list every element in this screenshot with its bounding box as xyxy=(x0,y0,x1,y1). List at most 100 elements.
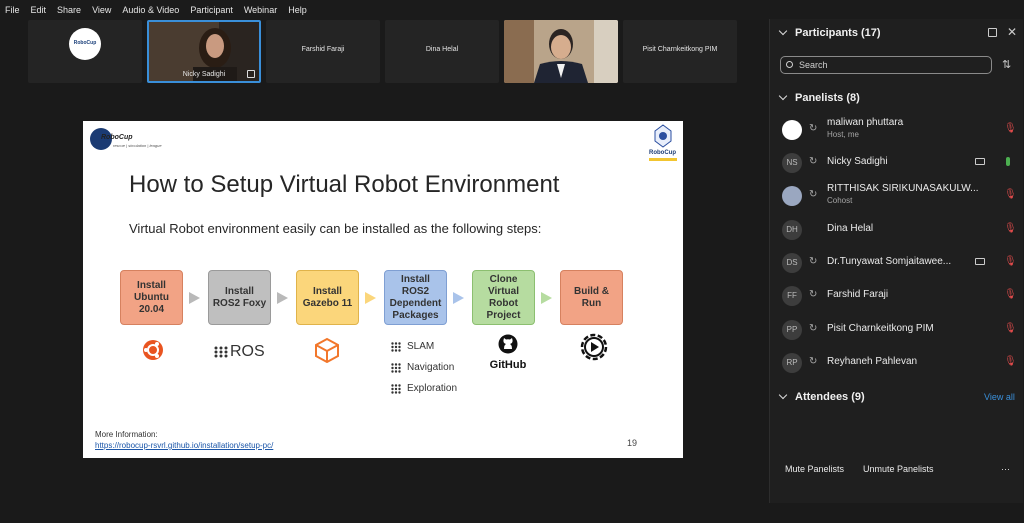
github-logo-text: GitHub xyxy=(489,359,527,371)
avatar xyxy=(782,120,802,140)
avatar: NS xyxy=(782,153,802,173)
more-info-label: More Information: xyxy=(95,430,158,439)
participant-name: Farshid Faraji xyxy=(827,289,889,300)
menu-share[interactable]: Share xyxy=(57,5,81,15)
avatar xyxy=(782,186,802,206)
unmute-panelists-button[interactable]: Unmute Panelists xyxy=(863,464,934,474)
menu-view[interactable]: View xyxy=(92,5,111,15)
more-info-link[interactable]: https://robocup-rsvrl.github.io/installa… xyxy=(95,441,273,450)
ros-logo-text: ROS xyxy=(230,343,265,360)
gear-play-icon xyxy=(580,333,608,361)
thumbnail-robocup[interactable]: RoboCup xyxy=(28,20,142,83)
package-list: SLAM Navigation Exploration xyxy=(391,336,457,399)
thumbnail-pisit[interactable]: Pisit Charnkeitkong PIM xyxy=(623,20,737,83)
share-icon[interactable] xyxy=(247,70,255,78)
ros-dots-icon xyxy=(391,383,401,394)
avatar: DH xyxy=(782,220,802,240)
ros-logo: ROS xyxy=(214,343,265,361)
thumbnail-dina[interactable]: Dina Helal xyxy=(385,20,499,83)
step-text: Gazebo 11 xyxy=(302,297,353,309)
panelists-header[interactable]: Panelists (8) xyxy=(778,91,860,104)
video-icon[interactable] xyxy=(975,258,985,265)
package-name: SLAM xyxy=(407,341,435,352)
arrow-icon xyxy=(277,292,288,304)
participant-row[interactable]: ↻ RITTHISAK SIRIKUNASAKULW... Cohost 🎙 xyxy=(782,181,1022,211)
ros-dots-icon xyxy=(391,341,401,352)
slide-right-logo-text: RoboCup xyxy=(649,150,676,156)
step-text: Clone xyxy=(489,273,518,285)
step-text: Virtual xyxy=(488,285,519,297)
slide-page-number: 19 xyxy=(627,438,638,448)
menu-help[interactable]: Help xyxy=(288,5,307,15)
participants-header[interactable]: Participants (17) xyxy=(778,26,881,39)
arrow-icon xyxy=(541,292,552,304)
sort-icon[interactable]: ⇅ xyxy=(1002,58,1011,71)
robocup-logo-text: RoboCup xyxy=(73,40,97,46)
video-stage: RoboCup Nicky Sadighi Farshid Faraji Din… xyxy=(0,20,767,523)
menu-webinar[interactable]: Webinar xyxy=(244,5,277,15)
step-text: Dependent xyxy=(389,297,442,309)
participant-row[interactable]: PP ↻ Pisit Charnkeitkong PIM 🎙 xyxy=(782,315,1022,345)
more-options-button[interactable]: ··· xyxy=(1001,464,1010,474)
chevron-down-icon xyxy=(778,26,788,36)
avatar: DS xyxy=(782,253,802,273)
step-box-ubuntu: Install Ubuntu 20.04 xyxy=(120,270,183,325)
slide-right-logo-bar xyxy=(649,158,677,161)
attendees-header[interactable]: Attendees (9) xyxy=(778,390,865,403)
participant-row[interactable]: RP ↻ Reyhaneh Pahlevan 🎙 xyxy=(782,348,1022,378)
panelists-header-label: Panelists (8) xyxy=(795,92,860,104)
mic-muted-icon[interactable]: 🎙 xyxy=(1004,223,1017,234)
thumbnail-ritthisak[interactable] xyxy=(504,20,618,83)
participant-row[interactable]: DH Dina Helal 🎙 xyxy=(782,215,1022,245)
step-box-ros2: Install ROS2 Foxy xyxy=(208,270,271,325)
search-icon xyxy=(786,61,793,68)
mic-muted-icon[interactable]: 🎙 xyxy=(1004,323,1017,334)
thumbnail-farshid[interactable]: Farshid Faraji xyxy=(266,20,380,83)
view-all-link[interactable]: View all xyxy=(984,392,1015,402)
refresh-icon: ↻ xyxy=(809,323,818,334)
ubuntu-icon xyxy=(143,340,163,360)
search-input[interactable]: Search xyxy=(780,56,992,74)
participant-role: Host, me xyxy=(827,130,860,139)
slide-title: How to Setup Virtual Robot Environment xyxy=(129,171,560,198)
mic-active-icon[interactable] xyxy=(1006,157,1010,166)
slide-logo-subtext: rescue | simulation | league xyxy=(113,143,162,148)
participant-row[interactable]: DS ↻ Dr.Tunyawat Somjaitawee... 🎙 xyxy=(782,248,1022,278)
menu-participant[interactable]: Participant xyxy=(190,5,233,15)
refresh-icon: ↻ xyxy=(809,256,818,267)
package-item: Exploration xyxy=(391,378,457,399)
participant-name: Pisit Charnkeitkong PIM xyxy=(827,323,934,334)
menu-edit[interactable]: Edit xyxy=(31,5,47,15)
package-name: Navigation xyxy=(407,362,455,373)
participant-name: Dina Helal xyxy=(827,223,874,234)
participants-panel: Participants (17) ✕ Search ⇅ Panelists (… xyxy=(769,19,1023,503)
menu-file[interactable]: File xyxy=(5,5,20,15)
close-icon[interactable]: ✕ xyxy=(1007,25,1017,39)
participant-row[interactable]: FF ↻ Farshid Faraji 🎙 xyxy=(782,281,1022,311)
meeting-toolbar xyxy=(0,515,767,523)
mic-muted-icon[interactable]: 🎙 xyxy=(1004,256,1017,267)
mic-muted-icon[interactable]: 🎙 xyxy=(1004,189,1017,200)
thumbnail-nicky[interactable]: Nicky Sadighi xyxy=(147,20,261,83)
menu-audio-video[interactable]: Audio & Video xyxy=(122,5,179,15)
menu-bar: File Edit Share View Audio & Video Parti… xyxy=(0,0,1024,20)
participant-name: Dr.Tunyawat Somjaitawee... xyxy=(827,256,952,267)
thumbnail-name-farshid: Farshid Faraji xyxy=(301,46,345,53)
participant-row[interactable]: ↻ maliwan phuttara Host, me 🎙 xyxy=(782,115,1022,145)
video-icon[interactable] xyxy=(975,158,985,165)
step-text: Project xyxy=(486,309,521,321)
step-text: Packages xyxy=(392,309,439,321)
step-text: ROS2 xyxy=(401,285,430,297)
refresh-icon: ↻ xyxy=(809,123,818,134)
mute-panelists-button[interactable]: Mute Panelists xyxy=(785,464,844,474)
participant-name: Nicky Sadighi xyxy=(827,156,888,167)
participants-header-label: Participants (17) xyxy=(795,27,881,39)
step-box-clone: Clone Virtual Robot Project xyxy=(472,270,535,325)
participant-row[interactable]: NS ↻ Nicky Sadighi xyxy=(782,148,1022,178)
mic-muted-icon[interactable]: 🎙 xyxy=(1004,289,1017,300)
step-text: Install xyxy=(137,279,166,291)
mic-muted-icon[interactable]: 🎙 xyxy=(1004,356,1017,367)
popout-icon[interactable] xyxy=(988,28,997,37)
mic-muted-icon[interactable]: 🎙 xyxy=(1004,123,1017,134)
ros-dots-icon xyxy=(214,346,228,358)
